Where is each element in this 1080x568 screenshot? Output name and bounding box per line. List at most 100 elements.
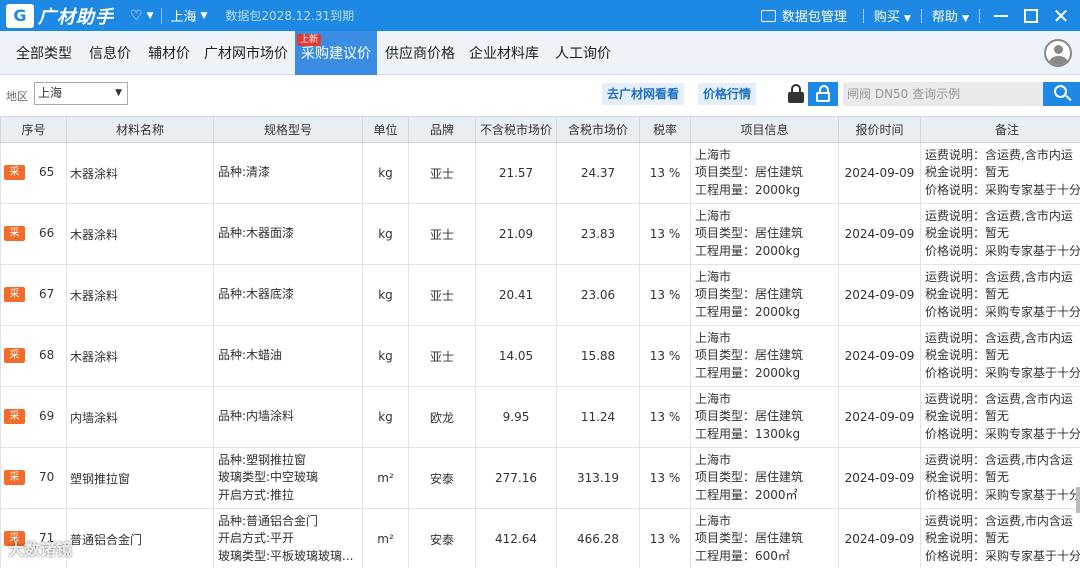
remark-line: 价格说明：采购专家基于十分 <box>925 304 1080 319</box>
region-select[interactable]: 上海 ▼ <box>34 82 128 105</box>
date-cell: 2024-09-09 <box>838 264 921 326</box>
seq-cell: 采 69 <box>0 386 67 448</box>
project-line: 上海市 <box>695 269 732 284</box>
avatar[interactable] <box>1044 39 1072 67</box>
project-line: 工程用量：2000㎡ <box>695 487 798 502</box>
title-bar: G 广材助手 ♡ ▼ 上海 ▼ 数据包2028.12.31到期 数据包管理 购买… <box>0 0 1080 31</box>
tab-labor-inquiry[interactable]: 人工询价 <box>555 31 611 75</box>
remark-line: 运费说明：含运费,含市内运 <box>925 391 1073 406</box>
price_inc-cell: 23.83 <box>556 203 640 265</box>
remark-cell: 运费说明：含运费,含市内运 税金说明：暂无 价格说明：采购专家基于十分 <box>920 203 1080 265</box>
remark-cell: 运费说明：含运费,含市内运 税金说明：暂无 价格说明：采购专家基于十分 <box>920 386 1080 448</box>
tab-all-types[interactable]: 全部类型 <box>16 31 72 75</box>
date-cell: 2024-09-09 <box>838 203 921 265</box>
project-cell: 上海市 项目类型：居住建筑 工程用量：2000kg <box>690 142 839 204</box>
spec-line: 品种:塑钢推拉窗 <box>218 452 307 467</box>
project-line: 上海市 <box>695 147 732 162</box>
column-header[interactable]: 品牌 <box>408 116 476 143</box>
watermark: 大数诸镜 <box>8 540 73 559</box>
unlock-icon[interactable] <box>808 82 838 106</box>
table-row[interactable]: 采 66 木器涂料 品种:木器面漆 kg 亚士 21.09 23.83 13 % 上海市 项目类型：… <box>0 203 1080 265</box>
seq-number: 67 <box>39 287 55 301</box>
search-input[interactable]: 闸阀 DN50 查询示例 <box>843 82 1043 106</box>
column-header[interactable]: 材料名称 <box>66 116 214 143</box>
column-header[interactable]: 税率 <box>639 116 691 143</box>
column-header[interactable]: 规格型号 <box>213 116 363 143</box>
price_ex-cell: 277.16 <box>475 447 557 509</box>
project-line: 项目类型：居住建筑 <box>695 348 804 363</box>
remark-cell: 运费说明：含运费,含市内运 税金说明：暂无 价格说明：采购专家基于十分 <box>920 142 1080 204</box>
seq-cell: 采 66 <box>0 203 67 265</box>
table-row[interactable]: 采 67 木器涂料 品种:木器底漆 kg 亚士 20.41 23.06 13 % 上海市 项目类型：… <box>0 264 1080 326</box>
table-row[interactable]: 采 65 木器涂料 品种:清漆 kg 亚士 21.57 24.37 13 % 上海市 项目类型：居住… <box>0 142 1080 204</box>
chevron-down-icon[interactable]: ▼ <box>201 11 208 21</box>
column-header[interactable]: 项目信息 <box>690 116 839 143</box>
table-row[interactable]: 采 68 木器涂料 品种:木蜡油 kg 亚士 14.05 15.88 13 % 上海市 项目类型：居… <box>0 325 1080 387</box>
package-mgmt-button[interactable]: 数据包管理 <box>760 6 847 25</box>
spec-line: 开启方式:推拉 <box>218 487 295 502</box>
go-site-link[interactable]: 去广材网看看 <box>602 83 685 105</box>
tab-market-price[interactable]: 广材网市场价 <box>204 31 288 75</box>
brand-cell: 亚士 <box>408 264 476 326</box>
seq-number: 69 <box>39 409 55 423</box>
spec-line: 品种:普通铝合金门 <box>218 513 319 528</box>
package-mgmt-label: 数据包管理 <box>781 10 847 25</box>
spec-cell: 品种:内墙涂料 <box>213 386 363 448</box>
tab-procurement-price[interactable]: 上新 采购建议价 <box>295 31 377 75</box>
tab-label: 采购建议价 <box>301 46 371 62</box>
tab-enterprise-library[interactable]: 企业材料库 <box>469 31 539 75</box>
column-header[interactable]: 含税市场价 <box>556 116 640 143</box>
unit-cell: kg <box>362 203 409 265</box>
buy-menu[interactable]: 购买 ▼ <box>874 6 911 25</box>
column-header[interactable]: 序号 <box>0 116 67 143</box>
tax-cell: 13 % <box>639 142 691 204</box>
minimize-button[interactable] <box>990 5 1012 27</box>
price_inc-cell: 466.28 <box>556 508 640 568</box>
column-header[interactable]: 单位 <box>362 116 409 143</box>
brand-cell: 亚士 <box>408 142 476 204</box>
date-cell: 2024-09-09 <box>838 386 921 448</box>
seq-number: 66 <box>39 226 55 240</box>
search-button[interactable] <box>1043 82 1080 106</box>
date-cell: 2024-09-09 <box>838 325 921 387</box>
scrollbar-thumb[interactable] <box>1076 487 1080 513</box>
favorite-icon[interactable]: ♡ <box>130 8 143 24</box>
project-line: 工程用量：600㎡ <box>695 548 790 563</box>
project-line: 项目类型：居住建筑 <box>695 409 804 424</box>
tab-supplier-price[interactable]: 供应商价格 <box>385 31 455 75</box>
remark-line: 价格说明：采购专家基于十分 <box>925 426 1080 441</box>
spec-line: 品种:木蜡油 <box>218 348 283 363</box>
table-header: 序号 材料名称 规格型号 单位 品牌 不含税市场价 含税市场价 税率 项目信息 … <box>0 116 1080 143</box>
close-button[interactable]: ✕ <box>1050 5 1072 27</box>
lock-icon[interactable] <box>788 84 804 103</box>
project-cell: 上海市 项目类型：居住建筑 工程用量：2000kg <box>690 264 839 326</box>
remark-line: 价格说明：采购专家基于十分 <box>925 487 1080 502</box>
spec-line: 品种:木器底漆 <box>218 287 295 302</box>
remark-line: 价格说明：采购专家基于十分 <box>925 243 1080 258</box>
project-line: 上海市 <box>695 513 732 528</box>
column-header[interactable]: 报价时间 <box>838 116 921 143</box>
column-header[interactable]: 备注 <box>920 116 1080 143</box>
tax-cell: 13 % <box>639 508 691 568</box>
unit-cell: kg <box>362 142 409 204</box>
tab-info-price[interactable]: 信息价 <box>89 31 131 75</box>
help-menu[interactable]: 帮助 ▼ <box>932 6 969 25</box>
price-trend-link[interactable]: 价格行情 <box>698 83 757 105</box>
close-icon: ✕ <box>1052 3 1070 28</box>
date-cell: 2024-09-09 <box>838 508 921 568</box>
remark-line: 运费说明：含运费,市内含运 <box>925 513 1073 528</box>
remark-cell: 运费说明：含运费,市内含运 税金说明：暂无 价格说明：采购专家基于十分 <box>920 447 1080 509</box>
chevron-down-icon[interactable]: ▼ <box>147 11 154 21</box>
table-row[interactable]: 采 69 内墙涂料 品种:内墙涂料 kg 欧龙 9.95 11.24 13 % 上海市 项目类型：居… <box>0 386 1080 448</box>
table-row[interactable]: 采 70 塑钢推拉窗 品种:塑钢推拉窗 玻璃类型:中空玻璃 开启方式:推拉 m² 安泰 277.… <box>0 447 1080 509</box>
column-header[interactable]: 不含税市场价 <box>475 116 557 143</box>
price-table: 序号 材料名称 规格型号 单位 品牌 不含税市场价 含税市场价 税率 项目信息 … <box>0 116 1080 568</box>
table-row[interactable]: 采 71 普通铝合金门 品种:普通铝合金门 开启方式:平开 玻璃类型:平板玻璃玻璃... m… <box>0 508 1080 568</box>
unit-cell: m² <box>362 508 409 568</box>
maximize-button[interactable] <box>1020 5 1042 27</box>
tab-aux-price[interactable]: 辅材价 <box>148 31 190 75</box>
minimize-icon <box>994 14 1008 17</box>
remark-line: 运费说明：含运费,含市内运 <box>925 147 1073 162</box>
remark-cell: 运费说明：含运费,含市内运 税金说明：暂无 价格说明：采购专家基于十分 <box>920 325 1080 387</box>
city-selector[interactable]: 上海 <box>170 6 196 25</box>
